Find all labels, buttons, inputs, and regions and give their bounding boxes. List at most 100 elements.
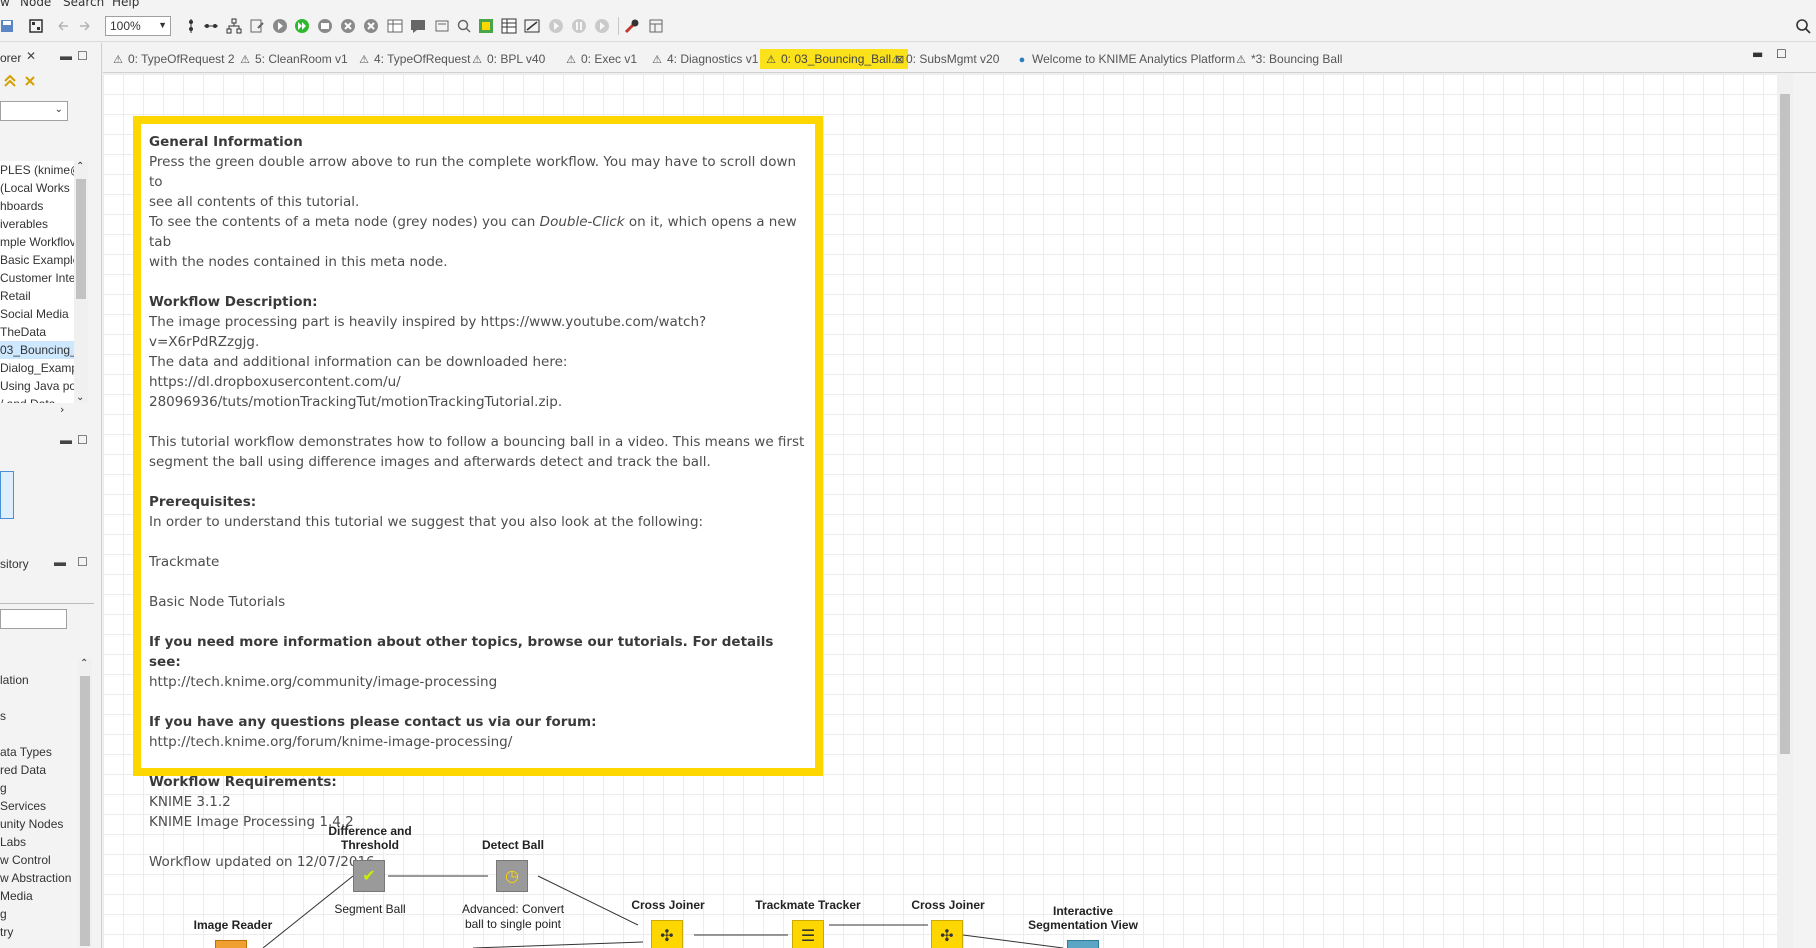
execute-all-icon[interactable] (294, 18, 310, 34)
zoom-select[interactable]: 100% ▼ (105, 16, 171, 36)
chevron-down-icon[interactable]: ⌄ (76, 392, 84, 403)
table-view-icon[interactable] (387, 18, 403, 34)
editor-tab[interactable]: ⚠ 5: CleanRoom v1 (238, 49, 348, 69)
editor-tab[interactable]: ⚠ *3: Bouncing Ball (1234, 49, 1342, 69)
repository-item[interactable] (0, 689, 88, 707)
minimize-icon[interactable]: ▬ (1752, 47, 1763, 61)
repository-item[interactable]: g (0, 905, 88, 923)
resume-icon[interactable] (594, 18, 610, 34)
warning-icon: ⚠ (566, 54, 576, 66)
menu-search[interactable]: Search (63, 0, 104, 9)
node-cross-joiner-2[interactable]: ✣ (931, 920, 963, 948)
redo-icon[interactable] (77, 18, 93, 34)
search-icon[interactable] (1795, 18, 1811, 34)
maximize-icon[interactable]: ☐ (1776, 47, 1787, 61)
repository-item[interactable]: w Abstraction (0, 869, 88, 887)
maximize-icon[interactable]: ☐ (77, 433, 88, 447)
save-all-icon[interactable] (0, 18, 16, 34)
hide-node-names-icon[interactable] (524, 18, 540, 34)
zoom-value: 100% (110, 19, 141, 33)
explorer-scroll-thumb[interactable] (76, 179, 86, 299)
node-title-line: Interactive (1052, 904, 1114, 918)
canvas-scroll-thumb[interactable] (1780, 94, 1790, 754)
repository-search-input[interactable] (0, 609, 67, 629)
step-execute-icon[interactable] (548, 18, 564, 34)
repository-item[interactable]: try (0, 923, 88, 941)
execute-icon[interactable] (272, 18, 288, 34)
sync-icon[interactable] (2, 73, 18, 89)
node-detect-ball[interactable]: ◷ (496, 860, 528, 892)
node-title: Cross Joiner (631, 898, 705, 912)
annotation-icon[interactable] (410, 18, 426, 34)
cancel-all-icon[interactable] (363, 18, 379, 34)
tracker-icon: ☰ (800, 926, 816, 945)
menu-node[interactable]: Node (20, 0, 51, 9)
minimize-icon[interactable]: ▬ (54, 555, 66, 569)
editor-tab[interactable]: ⚠ 0: 03_Bouncing_Ball ⊠ (760, 49, 909, 69)
repository-tree[interactable]: lation s ata Types red Data g Services unity … (0, 671, 88, 948)
node-title: Image Reader (193, 918, 273, 932)
editor-tab-bar: ⚠ 0: TypeOfRequest 2 ⚠ 5: CleanRoom v1 ⚠ 4: T… (103, 43, 1816, 73)
close-icon[interactable]: ✕ (26, 49, 36, 63)
connection-wires (262, 875, 1064, 948)
repository-item[interactable]: unity Nodes (0, 815, 88, 833)
minimize-icon[interactable]: ▬ (60, 433, 72, 447)
editor-tab[interactable]: ⚠ 0: BPL v40 (470, 49, 545, 69)
editor-tab[interactable]: ⚠ 4: TypeOfRequest (357, 49, 470, 69)
repository-item[interactable]: Services (0, 797, 88, 815)
auto-layout-icon[interactable] (226, 18, 242, 34)
repository-scroll-thumb[interactable] (80, 676, 90, 946)
explorer-scrollbar[interactable]: ⌃ ⌄ (74, 161, 88, 403)
layout-icon[interactable] (28, 18, 44, 34)
align-vertical-icon[interactable] (183, 18, 199, 34)
grid-settings-icon[interactable] (478, 18, 494, 34)
repository-item[interactable]: w Control (0, 851, 88, 869)
maximize-icon[interactable]: ☐ (77, 49, 88, 63)
chevron-up-icon[interactable]: ⌃ (80, 658, 88, 669)
reset-icon[interactable] (434, 18, 450, 34)
node-cross-joiner-1[interactable]: ✣ (651, 920, 683, 948)
pause-icon[interactable] (571, 18, 587, 34)
repository-item[interactable]: Labs (0, 833, 88, 851)
repository-item[interactable]: g (0, 779, 88, 797)
repository-scrollbar[interactable]: ⌃ (78, 658, 92, 948)
node-image-reader[interactable] (215, 940, 247, 948)
undo-icon[interactable] (55, 18, 71, 34)
node-title: Cross Joiner (911, 898, 985, 912)
node-table-icon[interactable] (501, 18, 517, 34)
editor-tab[interactable]: ⚠ 0: SubsMgmt v20 (889, 49, 999, 69)
chevron-right-icon[interactable]: › (60, 403, 64, 416)
repository-item[interactable]: red Data (0, 761, 88, 779)
maximize-icon[interactable]: ☐ (77, 555, 88, 569)
repository-item[interactable]: lation (0, 671, 88, 689)
minimize-icon[interactable]: ▬ (60, 49, 72, 63)
node-segmentation-view[interactable] (1067, 940, 1099, 948)
canvas-vertical-scrollbar[interactable] (1777, 74, 1793, 948)
menu-view[interactable]: w (0, 0, 10, 9)
menu-help[interactable]: Help (112, 0, 139, 9)
mountpoint-select[interactable]: ⌄ (0, 101, 68, 121)
chevron-up-icon[interactable]: ⌃ (76, 161, 84, 172)
repository-item[interactable] (0, 725, 88, 743)
execute-open-view-icon[interactable] (317, 18, 333, 34)
node-trackmate-tracker[interactable]: ☰ (792, 920, 824, 948)
editor-tab[interactable]: ⚠ 0: TypeOfRequest 2 (111, 49, 234, 69)
configure-icon[interactable] (249, 18, 265, 34)
dialog-layout-icon[interactable] (648, 18, 664, 34)
node-difference-threshold[interactable]: ✔ (353, 860, 385, 892)
editor-tab[interactable]: ⚠ 4: Diagnostics v1 (650, 49, 758, 69)
cancel-icon[interactable] (340, 18, 356, 34)
warning-icon: ⚠ (652, 54, 662, 66)
workflow-canvas[interactable]: General Information Press the green doub… (103, 74, 1780, 948)
refresh-icon[interactable] (22, 73, 38, 89)
plugin-tools-icon[interactable] (624, 18, 640, 34)
outline-header: ▬ ☐ (0, 431, 102, 453)
repository-item[interactable]: Media (0, 887, 88, 905)
align-horizontal-icon[interactable] (203, 18, 219, 34)
editor-tab[interactable]: ⚠ 0: Exec v1 (564, 49, 637, 69)
editor-tab[interactable]: ● Welcome to KNIME Analytics Platform (1015, 49, 1236, 69)
outline-viewport[interactable] (0, 471, 14, 519)
search-node-icon[interactable] (456, 18, 472, 34)
repository-item[interactable]: ata Types (0, 743, 88, 761)
repository-item[interactable]: s (0, 707, 88, 725)
